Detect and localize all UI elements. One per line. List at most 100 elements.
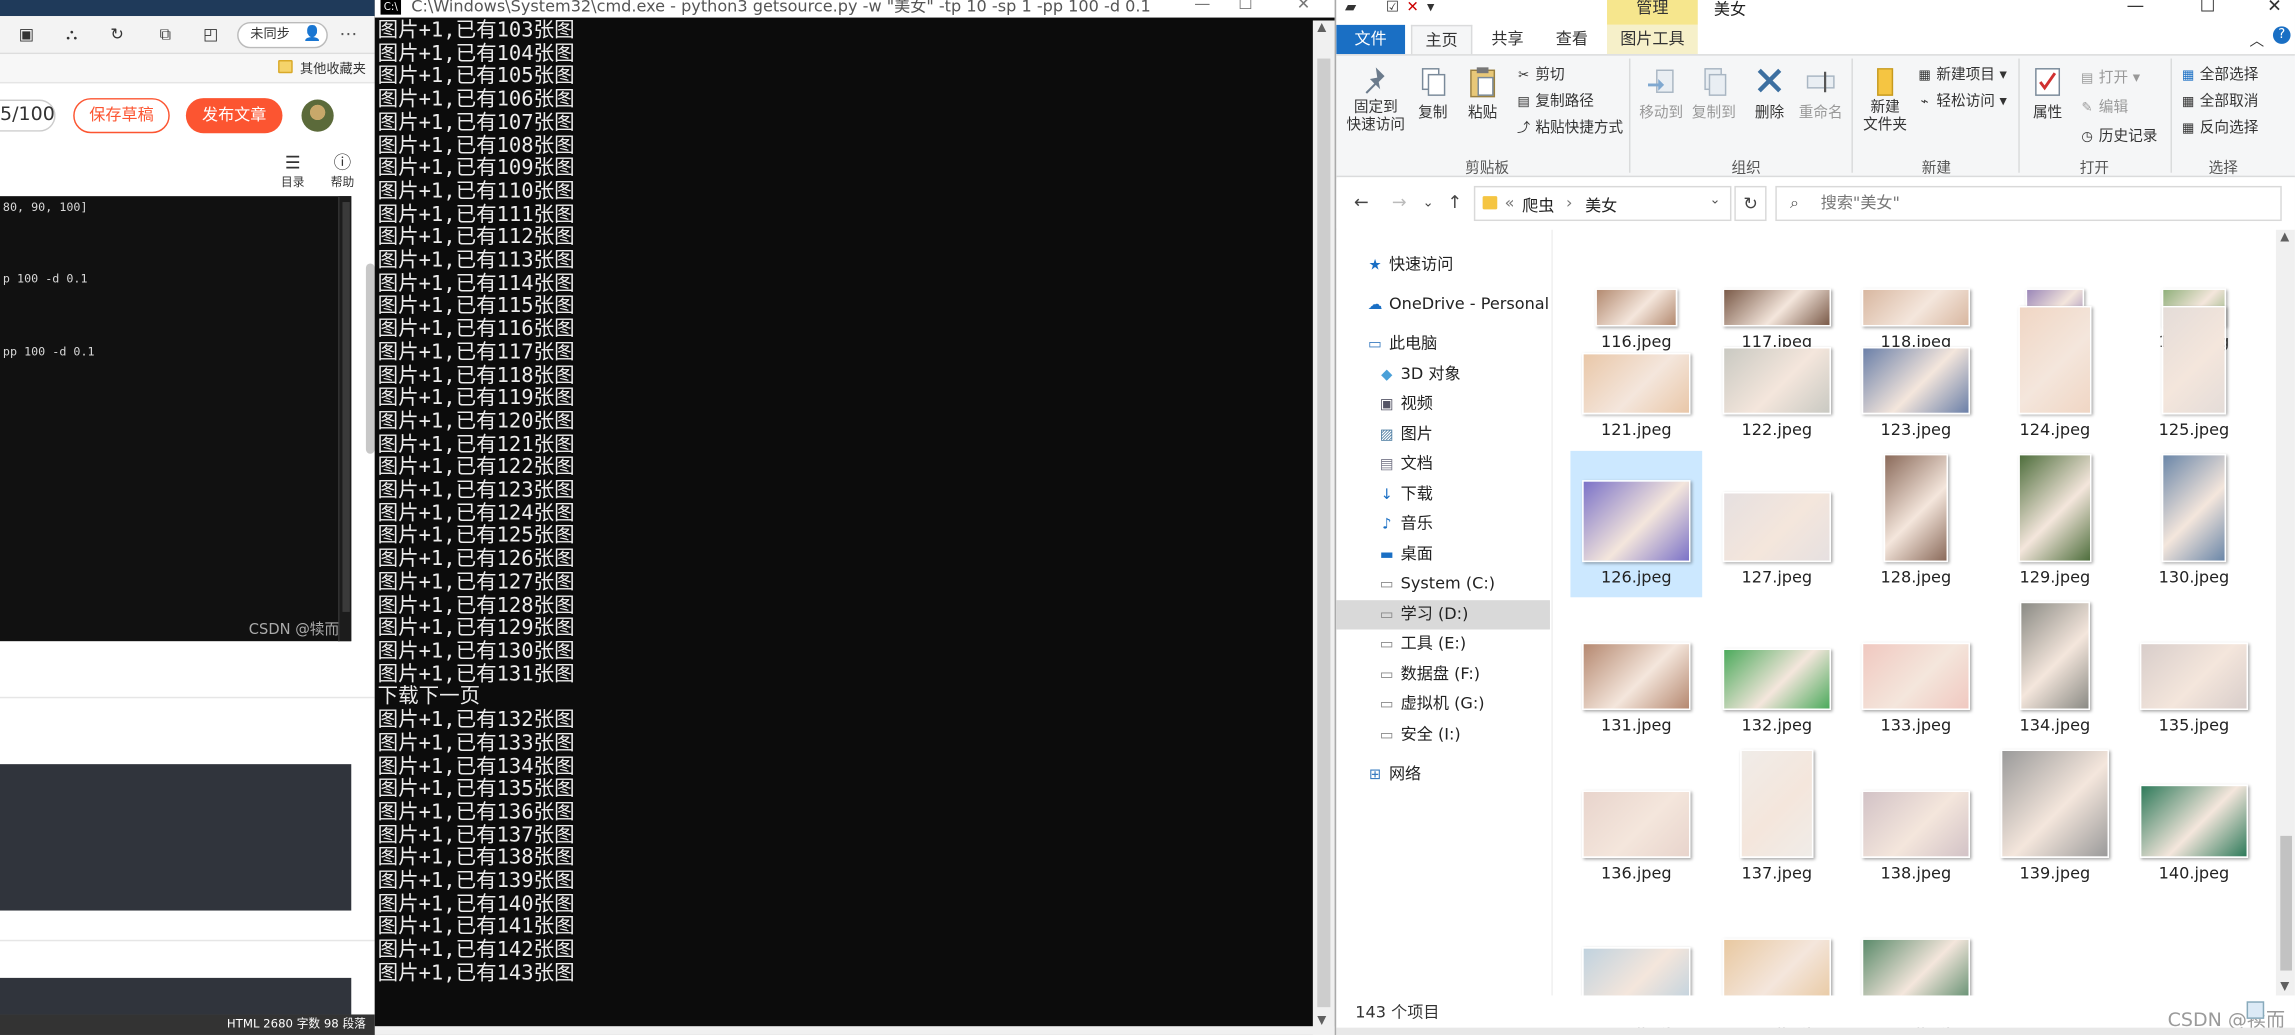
tab-home[interactable]: 主页 [1410, 24, 1473, 55]
toc-button[interactable]: ☰ 目录 [275, 152, 310, 190]
up-arrow-icon[interactable]: ↑ [1448, 192, 1463, 212]
close-icon[interactable]: ✕ [1297, 0, 1310, 13]
nav-item[interactable]: ↓ 下载 [1336, 480, 1550, 509]
nav-item[interactable]: ⊞ 网络 [1336, 760, 1550, 789]
explorer-titlebar[interactable] [1336, 0, 2295, 25]
delete-button[interactable]: 删除 [1748, 64, 1792, 122]
file-tile[interactable]: 138.jpeg [1850, 747, 1982, 893]
nav-item[interactable]: ▭ 学习 (D:) [1336, 600, 1550, 630]
large-icons-view-icon[interactable] [2246, 1001, 2265, 1019]
scrollbar-thumb[interactable] [342, 202, 350, 612]
pin-quick-access-button[interactable]: 固定到 快速访问 [1342, 64, 1409, 134]
open-button[interactable]: ▤ 打开 ▾ [2078, 64, 2140, 86]
file-tile[interactable]: 129.jpeg [1989, 451, 2121, 597]
rename-button[interactable]: 重命名 [1796, 64, 1846, 122]
maximize-icon[interactable]: ☐ [2200, 0, 2216, 16]
forward-arrow-icon[interactable]: → [1392, 192, 1407, 212]
copy-path-button[interactable]: ▤ 复制路径 [1515, 88, 1593, 110]
file-tile[interactable]: 125.jpeg [2128, 303, 2260, 449]
help-button[interactable]: ⓘ 帮助 [325, 152, 360, 190]
manage-tab[interactable]: 管理 [1607, 0, 1698, 25]
cut-button[interactable]: ✂ 剪切 [1515, 61, 1565, 83]
nav-item[interactable]: ★ 快速访问 [1336, 250, 1550, 279]
file-tile[interactable]: 135.jpeg [2128, 599, 2260, 745]
nav-item[interactable]: ▨ 图片 [1336, 420, 1550, 449]
copy-to-button[interactable]: 复制到 [1689, 64, 1739, 122]
cmd-titlebar[interactable]: C:\ C:\Windows\System32\cmd.exe - python… [374, 0, 1335, 18]
more-icon[interactable]: ⋯ [340, 23, 358, 43]
nav-item[interactable]: ▤ 文档 [1336, 449, 1550, 478]
chevron-down-icon[interactable]: ▾ [1427, 0, 1434, 16]
new-item-button[interactable]: ▦ 新建项目 ▾ [1916, 61, 2007, 83]
scroll-down-icon[interactable]: ▼ [2280, 979, 2289, 992]
address-overflow[interactable]: « [1505, 193, 1515, 212]
file-tile[interactable]: 132.jpeg [1711, 599, 1843, 745]
close-icon[interactable]: ✕ [2267, 0, 2282, 16]
page-scrollbar-thumb[interactable] [365, 263, 375, 454]
save-draft-button[interactable]: 保存草稿 [73, 98, 170, 134]
console-scrollbar[interactable]: ▲ ▼ [1312, 20, 1335, 1035]
refresh-icon[interactable]: ↻ [108, 26, 126, 44]
file-tile[interactable]: 127.jpeg [1711, 451, 1843, 597]
nav-item[interactable]: ♪ 音乐 [1336, 509, 1550, 538]
nav-item[interactable]: ◆ 3D 对象 [1336, 360, 1550, 389]
recent-chevron-icon[interactable]: ⌄ [1423, 196, 1434, 211]
tab-file[interactable]: 文件 [1336, 24, 1406, 55]
file-tile[interactable]: 136.jpeg [1570, 747, 1702, 893]
select-none-button[interactable]: ▦ 全部取消 [2179, 88, 2258, 110]
file-tile[interactable]: 122.jpeg [1711, 303, 1843, 449]
file-tile[interactable]: 139.jpeg [1989, 747, 2121, 893]
nav-item[interactable]: ▣ 视频 [1336, 389, 1550, 418]
select-all-button[interactable]: ▦ 全部选择 [2179, 61, 2258, 83]
new-folder-button[interactable]: 新建 文件夹 [1859, 64, 1912, 134]
file-tile[interactable]: 133.jpeg [1850, 599, 1982, 745]
breadcrumb-current[interactable]: 美女 [1585, 193, 1617, 216]
extension-icon[interactable]: ⛬ [63, 26, 81, 44]
collections-icon[interactable]: ▣ [18, 26, 36, 44]
nav-item[interactable]: ▭ System (C:) [1336, 569, 1550, 598]
file-tile[interactable]: 131.jpeg [1570, 599, 1702, 745]
copy-button[interactable]: 复制 [1412, 64, 1453, 122]
chevron-up-icon[interactable]: ︿ [2250, 28, 2265, 50]
file-tile[interactable]: 126.jpeg [1570, 450, 1703, 598]
screenshot-icon[interactable]: ◰ [202, 26, 220, 44]
properties-button[interactable]: 属性 [2027, 64, 2068, 122]
file-tile[interactable]: 128.jpeg [1850, 451, 1982, 597]
file-tile[interactable]: 130.jpeg [2128, 451, 2260, 597]
help-icon[interactable]: ? [2272, 26, 2291, 44]
back-arrow-icon[interactable]: ← [1354, 192, 1369, 212]
copy-icon[interactable]: ⧉ [157, 26, 175, 44]
scroll-down-icon[interactable]: ▼ [1317, 1013, 1326, 1026]
markdown-editor[interactable]: 80, 90, 100] p 100 -d 0.1 pp 100 -d 0.1 [0, 196, 352, 642]
nav-item[interactable]: ▭ 数据盘 (F:) [1336, 660, 1550, 689]
move-to-button[interactable]: 移动到 [1636, 64, 1686, 122]
file-tile[interactable]: 137.jpeg [1711, 747, 1843, 893]
scroll-up-icon[interactable]: ▲ [1317, 20, 1326, 33]
history-button[interactable]: ◷ 历史记录 [2078, 123, 2157, 145]
scroll-up-icon[interactable]: ▲ [2280, 230, 2289, 243]
paste-shortcut-button[interactable]: ⤴ 粘贴快捷方式 [1515, 114, 1623, 136]
minimize-icon[interactable]: — [2127, 0, 2145, 16]
edit-button[interactable]: ✎ 编辑 [2078, 94, 2129, 116]
delete-quick-icon[interactable]: ✕ [1407, 0, 1419, 16]
nav-item[interactable]: ☁ OneDrive - Personal [1336, 290, 1550, 319]
tab-view[interactable]: 查看 [1541, 25, 1602, 54]
editor-scrollbar[interactable] [338, 196, 352, 642]
scrollbar-thumb[interactable] [2280, 835, 2292, 971]
nav-item[interactable]: ▭ 安全 (I:) [1336, 720, 1550, 749]
file-tile[interactable]: 121.jpeg [1570, 303, 1702, 449]
tab-share[interactable]: 共享 [1477, 25, 1538, 54]
nav-item[interactable]: ▭ 工具 (E:) [1336, 629, 1550, 658]
nav-item[interactable]: ▭ 此电脑 [1336, 329, 1550, 358]
publish-button[interactable]: 发布文章 [185, 98, 283, 134]
file-tile[interactable]: 140.jpeg [2128, 747, 2260, 893]
file-tile[interactable]: 124.jpeg [1989, 303, 2121, 449]
address-dropdown-icon[interactable]: ⌄ [1709, 193, 1720, 208]
sync-button[interactable]: 未同步 👤 [237, 21, 328, 49]
scrollbar-thumb[interactable] [1317, 58, 1331, 1008]
minimize-icon[interactable]: — [1194, 0, 1210, 13]
invert-selection-button[interactable]: ▦ 反向选择 [2179, 114, 2258, 136]
paste-button[interactable]: 粘贴 [1462, 64, 1503, 122]
file-tile[interactable]: 134.jpeg [1989, 599, 2121, 745]
nav-item[interactable]: ▬ 桌面 [1336, 540, 1550, 569]
